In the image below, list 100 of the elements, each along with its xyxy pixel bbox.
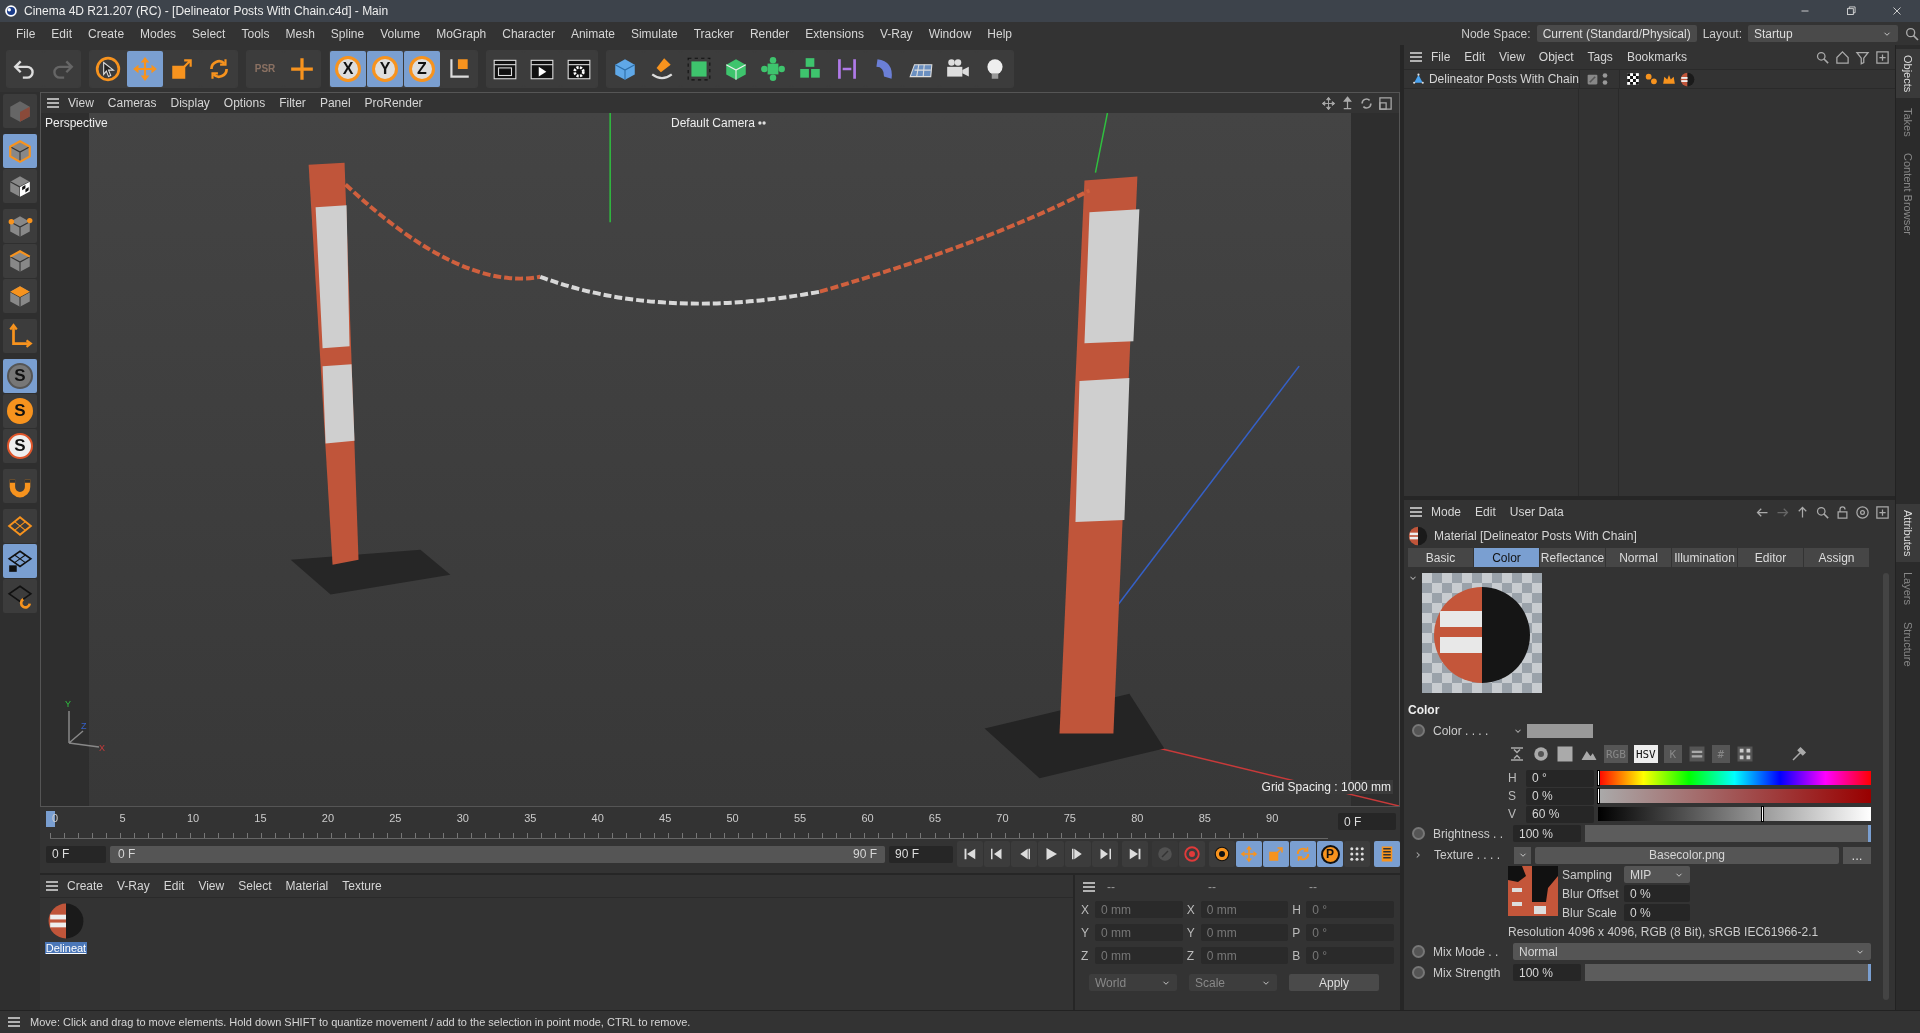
menu-item[interactable]: User Data [1502,505,1571,519]
mix-mode-dropdown[interactable]: Normal [1513,943,1871,960]
color-wheel-icon[interactable] [1532,745,1550,763]
color-gradient-slider[interactable] [1598,789,1871,803]
browse-button[interactable]: ... [1843,846,1871,864]
tool-button[interactable] [3,244,37,278]
color-mode-button[interactable]: HSV [1633,745,1658,763]
menu-item[interactable]: Edit [1468,505,1503,519]
number-field[interactable]: 0 % [1526,787,1594,805]
side-tab[interactable]: Attributes [1896,504,1920,563]
color-gradient-slider[interactable] [1598,807,1871,821]
number-field[interactable]: 0 % [1624,904,1690,921]
menu-item[interactable]: Cameras [100,96,164,110]
color-gradient-slider[interactable] [1598,771,1871,785]
playback-button[interactable] [1374,841,1400,867]
slider-track[interactable] [1585,825,1871,842]
menu-item[interactable]: Edit [1457,50,1493,64]
playback-button[interactable] [1092,841,1118,867]
menu-item[interactable]: Create [60,879,111,893]
tab[interactable]: Color [1474,548,1539,567]
spectrum-icon[interactable] [1556,745,1574,763]
playback-button[interactable] [984,841,1010,867]
menu-item[interactable]: Display [163,96,217,110]
slider-marker[interactable] [1597,788,1600,804]
tool-button[interactable] [3,544,37,578]
menu-item[interactable]: Help [979,26,1020,41]
menu-icon[interactable] [1408,504,1424,520]
range-slider[interactable]: 0 F 90 F [110,845,885,863]
frame-field[interactable]: 90 F [889,845,953,863]
menu-item[interactable]: Texture [335,879,389,893]
menu-item[interactable]: V-Ray [871,26,921,41]
menu-item[interactable]: V-Ray [110,879,157,893]
menu-item[interactable]: Volume [372,26,429,41]
tool-button[interactable] [3,509,37,543]
restore-icon[interactable] [1844,4,1858,18]
playback-button[interactable]: P [1317,841,1343,867]
menu-item[interactable]: Simulate [622,26,686,41]
toolbar-button[interactable]: X [330,50,366,87]
home-icon[interactable] [1835,49,1850,65]
slider-marker[interactable] [1760,806,1764,822]
tab[interactable]: Editor [1738,548,1803,567]
playback-button[interactable] [1065,841,1091,867]
menu-icon[interactable] [44,878,60,894]
apply-button[interactable]: Apply [1289,974,1379,991]
menu-item[interactable]: View [61,96,101,110]
menu-item[interactable]: Panel [312,96,358,110]
dropdown-button[interactable] [1514,846,1531,864]
menu-item[interactable]: File [8,26,44,41]
search-icon[interactable] [1815,504,1830,520]
tab[interactable]: Illumination [1672,548,1737,567]
menu-item[interactable]: Render [741,26,798,41]
toolbar-button[interactable]: Y [367,50,403,87]
playback-button[interactable] [1122,841,1148,867]
number-field[interactable]: 100 % [1513,964,1581,981]
target-icon[interactable] [1855,504,1870,520]
tab[interactable]: Assign [1804,548,1869,567]
menu-item[interactable]: Window [920,26,980,41]
playback-button[interactable] [1011,841,1037,867]
menu-item[interactable]: Mesh [277,26,323,41]
playback-button[interactable] [1209,841,1235,867]
search-icon[interactable] [1815,49,1830,65]
slider-thumb[interactable] [1868,964,1871,981]
number-field[interactable]: 60 % [1526,805,1594,823]
number-field[interactable]: 0 % [1624,885,1690,902]
keyframe-radio[interactable] [1412,945,1425,958]
menu-item[interactable]: Create [80,26,133,41]
tool-button[interactable] [3,319,37,353]
menu-icon[interactable] [45,95,61,111]
menu-icon[interactable] [1408,49,1424,65]
number-field[interactable]: 100 % [1513,825,1581,842]
keyframe-radio[interactable] [1412,724,1425,737]
file-field[interactable]: Basecolor.png [1535,846,1839,864]
menu-item[interactable]: File [1424,50,1458,64]
menu-item[interactable]: Extensions [797,26,872,41]
toolbar-button[interactable]: Z [404,50,440,87]
new-window-icon[interactable] [1875,504,1890,520]
search-icon[interactable] [1904,25,1920,42]
material-tag-icon[interactable] [1680,71,1695,87]
tool-button[interactable] [3,469,37,503]
tool-button[interactable] [3,209,37,243]
lock-icon[interactable] [1835,504,1850,520]
color-swatch[interactable] [1527,723,1593,738]
keyframe-radio[interactable] [1412,827,1425,840]
tab[interactable]: Basic [1408,548,1473,567]
menu-item[interactable]: Material [278,879,336,893]
slider-marker[interactable] [1597,770,1600,786]
playback-button[interactable] [957,841,983,867]
menu-item[interactable]: Bookmarks [1619,50,1694,64]
zoom-view-icon[interactable] [1340,95,1355,111]
tool-button[interactable] [3,579,37,613]
tool-button[interactable]: S [3,429,37,463]
menu-icon[interactable] [6,1014,22,1030]
menu-item[interactable]: Tags [1580,50,1620,64]
checker-tag-icon[interactable] [1626,72,1640,86]
balls-tag-icon[interactable] [1644,72,1658,86]
slider-thumb[interactable] [1868,825,1871,842]
tool-button[interactable] [3,279,37,313]
tab[interactable]: Reflectance [1540,548,1605,567]
object-name[interactable]: Delineator Posts With Chain [1428,72,1579,86]
menu-item[interactable]: Select [184,26,234,41]
